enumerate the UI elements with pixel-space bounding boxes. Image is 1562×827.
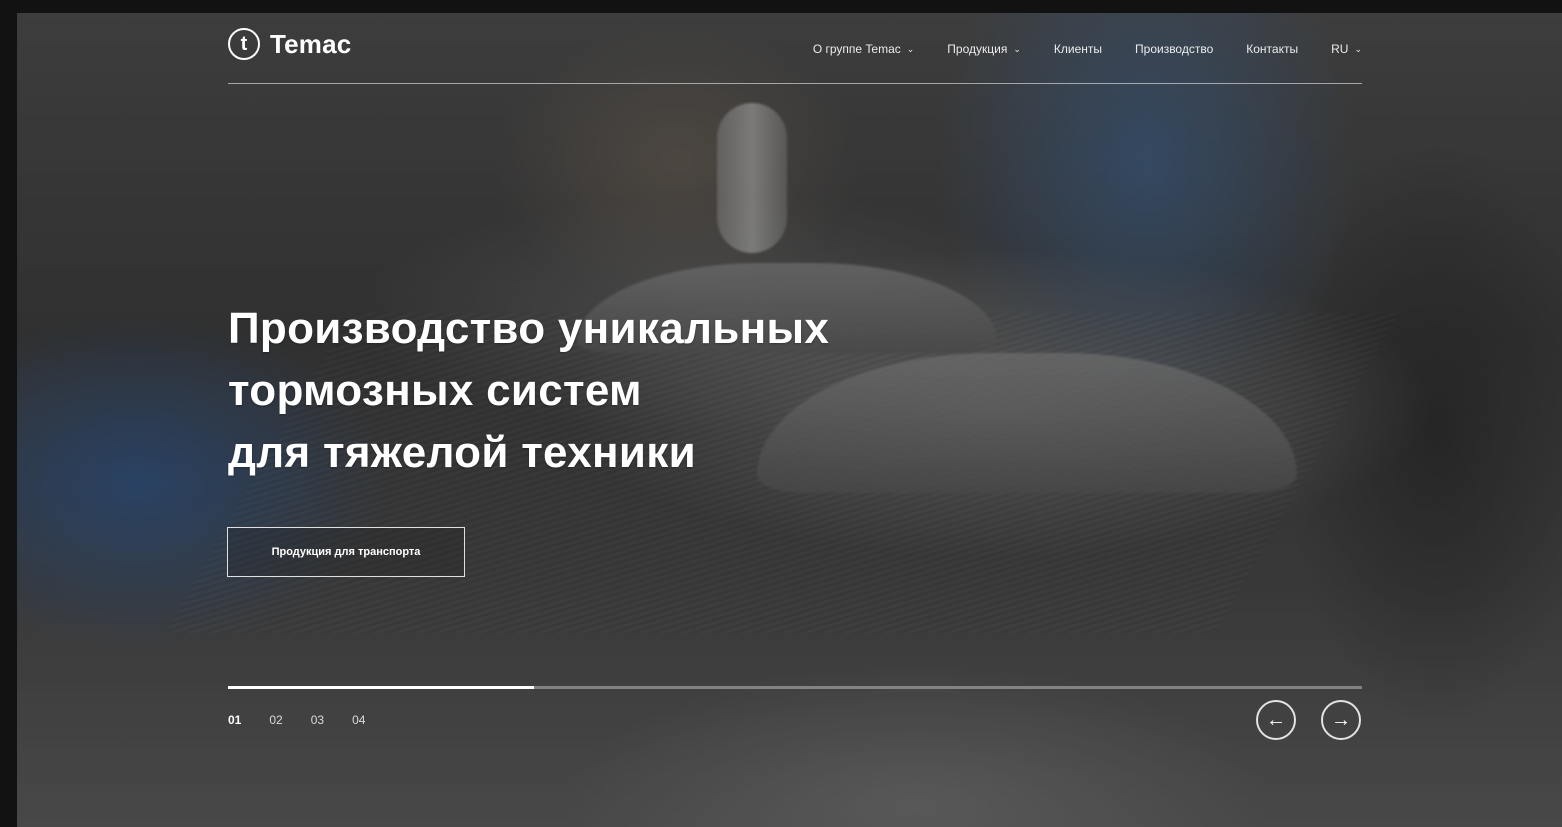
- logo-icon: t: [228, 28, 260, 60]
- nav-item-label: Продукция: [947, 42, 1008, 56]
- chevron-down-icon: ⌄: [906, 43, 915, 54]
- nav-item-clients[interactable]: Клиенты: [1054, 42, 1102, 56]
- nav-item-about[interactable]: О группе Temac ⌄: [813, 42, 914, 56]
- nav-item-label: Производство: [1135, 42, 1214, 56]
- hero-title-line: для тяжелой техники: [228, 428, 696, 477]
- chevron-down-icon: ⌄: [1013, 43, 1021, 54]
- language-select[interactable]: RU ⌄: [1331, 42, 1362, 56]
- nav-item-label: Клиенты: [1053, 42, 1103, 56]
- nav-item-label: О группе Temac: [812, 42, 901, 56]
- hero-title-line: Производство уникальных: [228, 304, 830, 353]
- hero-title: Производство уникальных тормозных систем…: [228, 298, 829, 484]
- arrow-left-icon: ←: [1266, 708, 1286, 731]
- logo[interactable]: t Temac: [228, 28, 351, 60]
- slide-indicator[interactable]: 02: [269, 713, 282, 727]
- main-menu: О группе Temac ⌄ Продукция ⌄ Клиенты Про…: [813, 42, 1362, 56]
- nav-item-contacts[interactable]: Контакты: [1246, 42, 1298, 56]
- slider-arrows: ← →: [1256, 700, 1361, 740]
- next-slide-button[interactable]: →: [1321, 700, 1361, 740]
- nav-item-products[interactable]: Продукция ⌄: [947, 42, 1021, 56]
- arrow-right-icon: →: [1331, 708, 1351, 731]
- language-label: RU: [1331, 42, 1349, 56]
- slide-indicator[interactable]: 01: [228, 713, 241, 727]
- slide-indicator[interactable]: 04: [352, 713, 365, 727]
- site-header: t Temac О группе Temac ⌄ Продукция ⌄ Кли…: [228, 26, 1362, 84]
- hero-title-line: тормозных систем: [228, 366, 642, 415]
- slide-pagination: 01 02 03 04: [228, 713, 393, 727]
- slider-progress-bar: [228, 686, 1362, 689]
- prev-slide-button[interactable]: ←: [1256, 700, 1296, 740]
- slide-indicator[interactable]: 03: [311, 713, 324, 727]
- header-divider: [228, 83, 1362, 84]
- cta-products-button[interactable]: Продукция для транспорта: [227, 527, 465, 577]
- chevron-down-icon: ⌄: [1354, 43, 1362, 54]
- nav-item-production[interactable]: Производство: [1135, 42, 1213, 56]
- logo-text: Temac: [270, 28, 352, 59]
- slider-progress-fill: [228, 686, 535, 689]
- nav-item-label: Контакты: [1246, 42, 1299, 56]
